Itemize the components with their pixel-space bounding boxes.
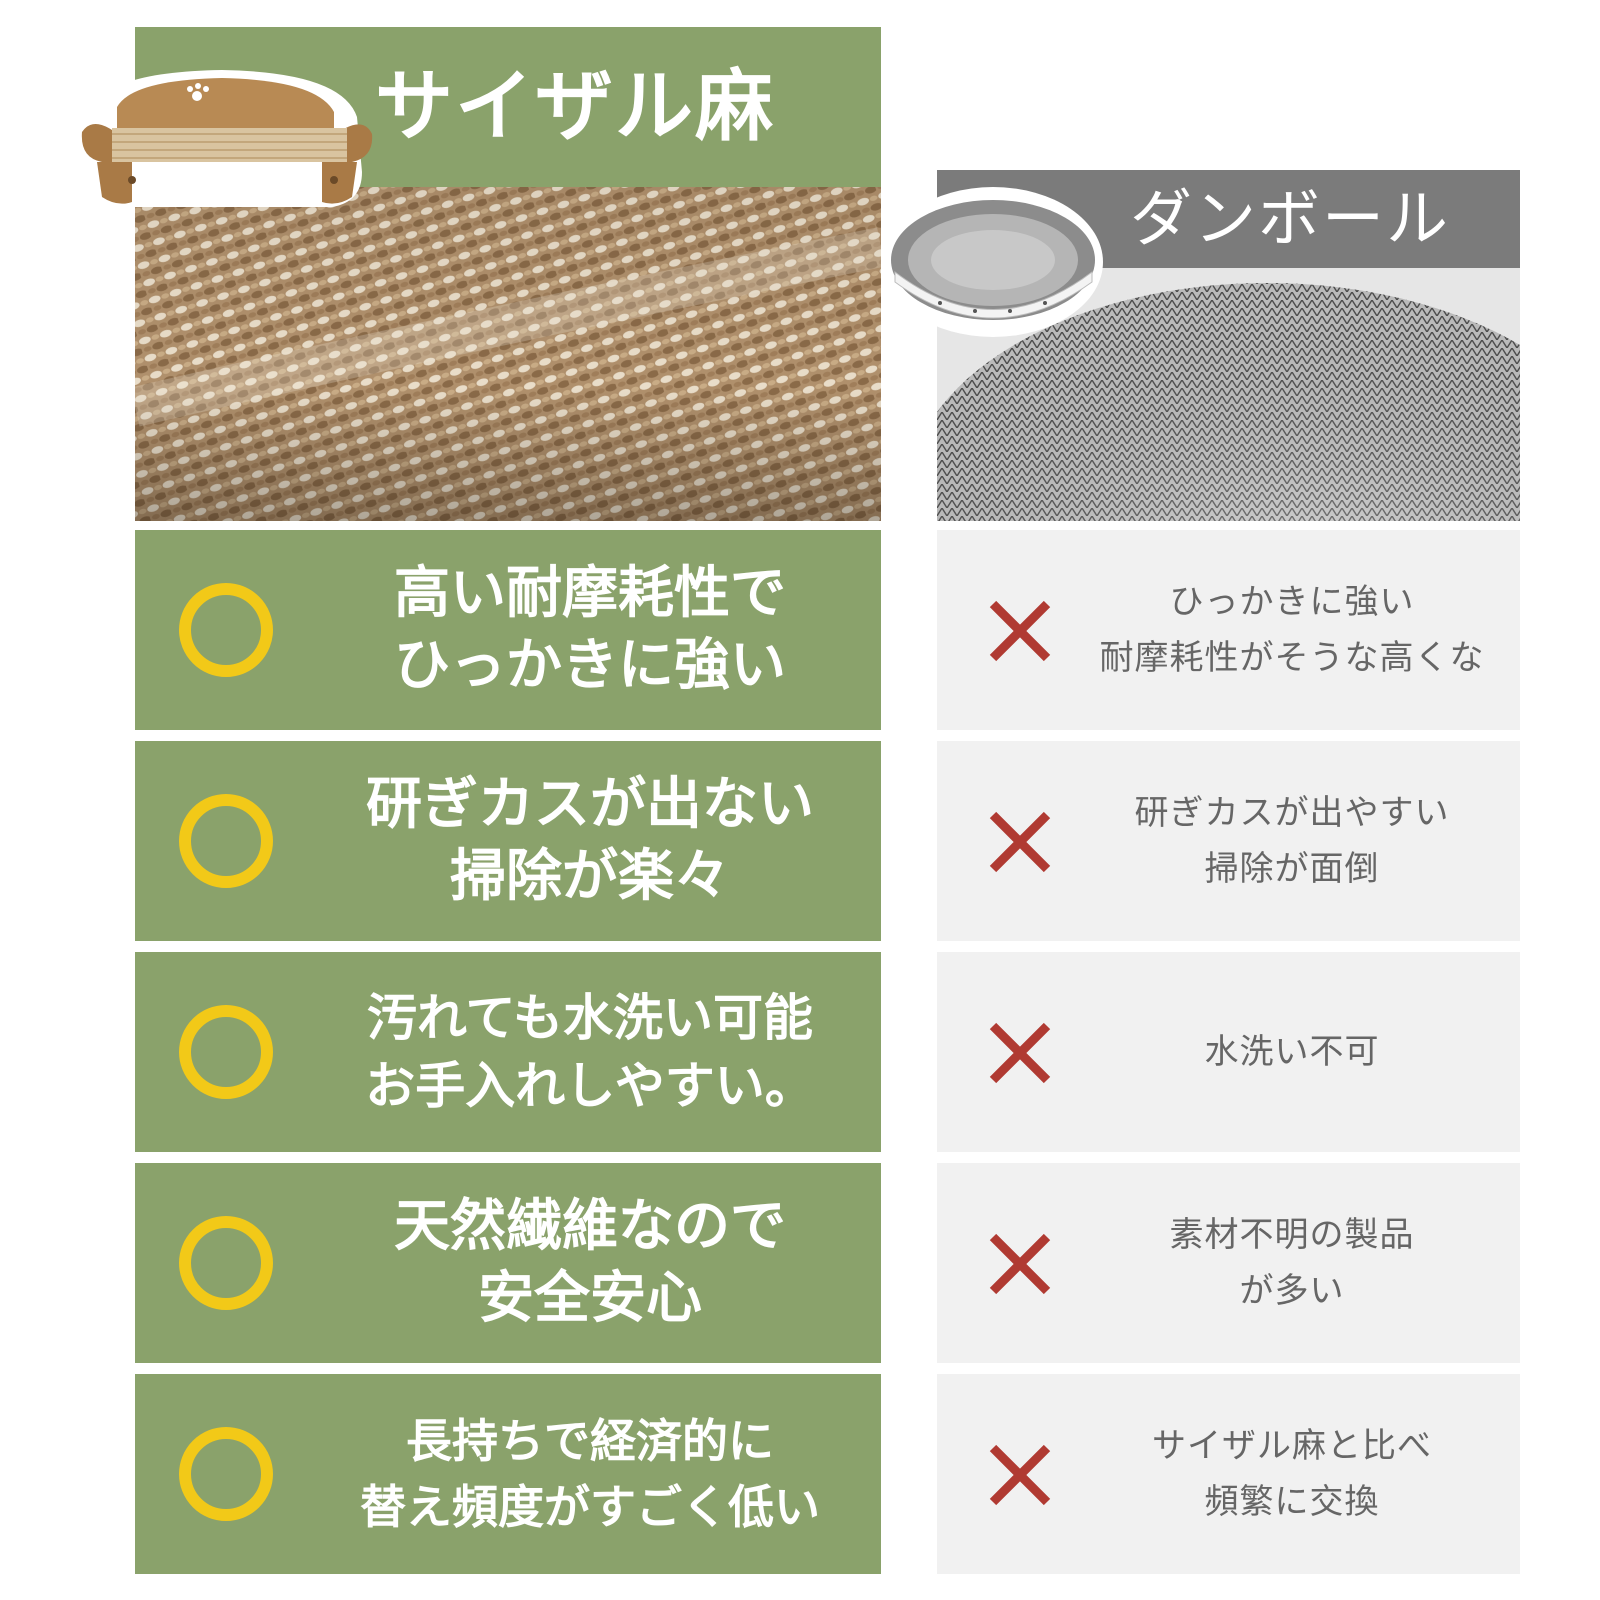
cat-bed-image xyxy=(72,62,382,220)
sisal-row-line2: 替え頻度がすごく低い xyxy=(360,1480,820,1534)
circle-icon xyxy=(179,583,273,677)
sisal-row-text: 汚れても水洗い可能 お手入れしやすい。 xyxy=(305,952,875,1152)
cardboard-row-line2: が多い xyxy=(1239,1271,1345,1311)
sisal-row-line1: 汚れても水洗い可能 xyxy=(367,989,813,1047)
cardboard-row: 素材不明の製品 が多い xyxy=(937,1163,1520,1363)
cross-icon xyxy=(989,811,1051,873)
sisal-row-line2: お手入れしやすい。 xyxy=(365,1057,815,1115)
cardboard-row-line1: ひっかきに強い xyxy=(1169,582,1415,622)
cardboard-row-line2: 掃除が面倒 xyxy=(1204,849,1380,889)
sisal-row-line1: 高い耐摩耗性で xyxy=(394,561,786,626)
circle-icon xyxy=(179,1427,273,1521)
sisal-row-line2: ひっかきに強い xyxy=(394,633,786,698)
sisal-row: 長持ちで経済的に 替え頻度がすごく低い xyxy=(135,1374,881,1574)
cardboard-scratcher-image xyxy=(880,182,1115,347)
cross-icon xyxy=(989,1233,1051,1295)
cardboard-row-line1: 素材不明の製品 xyxy=(1169,1215,1415,1255)
circle-icon xyxy=(179,794,273,888)
circle-icon xyxy=(179,1216,273,1310)
sisal-row-line1: 長持ちで経済的に xyxy=(406,1414,774,1468)
sisal-row-text: 研ぎカスが出ない 掃除が楽々 xyxy=(305,741,875,941)
cardboard-row: サイザル麻と比べ 頻繁に交換 xyxy=(937,1374,1520,1574)
sisal-row: 研ぎカスが出ない 掃除が楽々 xyxy=(135,741,881,941)
sisal-row-line2: 安全安心 xyxy=(478,1266,702,1331)
sisal-row-line1: 天然繊維なので xyxy=(394,1194,786,1259)
sisal-row: 汚れても水洗い可能 お手入れしやすい。 xyxy=(135,952,881,1152)
cardboard-row-text: 素材不明の製品 が多い xyxy=(1077,1163,1507,1363)
cardboard-row-line1: サイザル麻と比べ xyxy=(1152,1426,1432,1466)
sisal-row-text: 高い耐摩耗性で ひっかきに強い xyxy=(305,530,875,730)
cardboard-row-line1: 水洗い不可 xyxy=(1204,1032,1380,1072)
cardboard-row-line2: 頻繁に交換 xyxy=(1204,1482,1380,1522)
cross-icon xyxy=(989,600,1051,662)
cardboard-row-text: 研ぎカスが出やすい 掃除が面倒 xyxy=(1077,741,1507,941)
cardboard-row-text: ひっかきに強い 耐摩耗性がそうな高くな xyxy=(1077,530,1507,730)
sisal-row-line2: 掃除が楽々 xyxy=(450,844,730,909)
cross-icon xyxy=(989,1444,1051,1506)
cardboard-row-line1: 研ぎカスが出やすい xyxy=(1134,793,1450,833)
circle-icon xyxy=(179,1005,273,1099)
cardboard-row-line2: 耐摩耗性がそうな高くな xyxy=(1099,638,1485,678)
sisal-row-text: 長持ちで経済的に 替え頻度がすごく低い xyxy=(305,1374,875,1574)
sisal-row-line1: 研ぎカスが出ない xyxy=(366,772,814,837)
cardboard-row: 研ぎカスが出やすい 掃除が面倒 xyxy=(937,741,1520,941)
sisal-texture-photo xyxy=(135,187,881,521)
cardboard-row-text: サイザル麻と比べ 頻繁に交換 xyxy=(1077,1374,1507,1574)
sisal-title: サイザル麻 xyxy=(375,62,776,152)
sisal-row: 天然繊維なので 安全安心 xyxy=(135,1163,881,1363)
cardboard-row-text: 水洗い不可 xyxy=(1077,952,1507,1152)
cross-icon xyxy=(989,1022,1051,1084)
sisal-row: 高い耐摩耗性で ひっかきに強い xyxy=(135,530,881,730)
sisal-row-text: 天然繊維なので 安全安心 xyxy=(305,1163,875,1363)
cardboard-row: ひっかきに強い 耐摩耗性がそうな高くな xyxy=(937,530,1520,730)
cardboard-title: ダンボール xyxy=(1130,182,1451,255)
cardboard-row: 水洗い不可 xyxy=(937,952,1520,1152)
